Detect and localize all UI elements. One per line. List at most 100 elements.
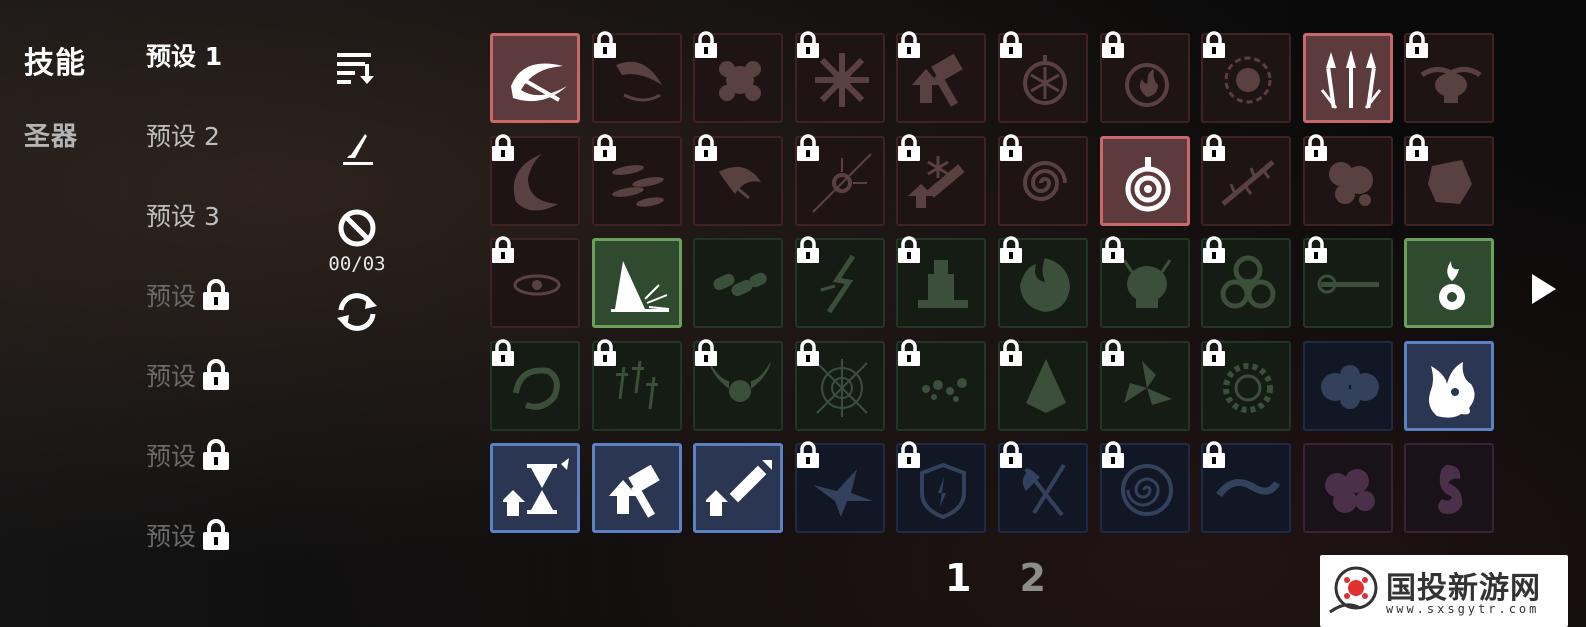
skill-slot[interactable] (1404, 443, 1494, 533)
edit-button[interactable] (326, 128, 388, 168)
skill-slot[interactable] (896, 441, 986, 533)
preset-7[interactable]: 预设 (146, 515, 286, 555)
watermark-url: www.sxsgytr.com (1386, 602, 1540, 616)
skill-slot[interactable] (896, 339, 986, 431)
skill-slot[interactable] (592, 238, 682, 328)
cloud-cluster-icon (1325, 469, 1375, 513)
skill-slot[interactable] (1303, 236, 1393, 328)
skill-slot[interactable] (795, 339, 885, 431)
fox-spirit-icon (1438, 465, 1463, 514)
skill-slot[interactable] (693, 339, 783, 431)
skill-grid (490, 31, 1500, 533)
lock-icon (1000, 134, 1022, 161)
lock-icon (1000, 31, 1022, 58)
skill-slot[interactable] (1201, 236, 1291, 328)
skill-slot[interactable] (1201, 339, 1291, 431)
hammer-up-icon (609, 464, 660, 518)
page-1[interactable]: 1 (945, 556, 971, 600)
skill-slot[interactable] (1404, 341, 1494, 431)
lock-icon (1000, 236, 1022, 263)
watermark-title: 国投新游网 (1386, 571, 1541, 606)
lock-icon (797, 134, 819, 161)
skill-slot[interactable] (1404, 134, 1494, 226)
preset-1[interactable]: 预设 1 (146, 35, 286, 75)
watermark-logo-icon (1329, 566, 1378, 614)
skill-slot[interactable] (1201, 441, 1291, 533)
lock-icon (594, 339, 616, 366)
refresh-icon (337, 293, 377, 331)
clear-button[interactable] (326, 208, 388, 248)
skill-slot[interactable] (1303, 33, 1393, 123)
lock-icon (695, 339, 717, 366)
skill-slot[interactable] (1404, 31, 1494, 123)
skill-slot[interactable] (998, 236, 1088, 328)
skill-slot[interactable] (490, 339, 580, 431)
lock-icon (898, 441, 920, 468)
page-2[interactable]: 2 (1019, 556, 1045, 600)
skill-slot[interactable] (693, 31, 783, 123)
skill-slot[interactable] (795, 236, 885, 328)
skill-slot[interactable] (998, 339, 1088, 431)
lock-icon (898, 236, 920, 263)
next-page-button[interactable] (1530, 272, 1558, 310)
slash-swirl-icon (511, 63, 567, 102)
skill-slot[interactable] (592, 443, 682, 533)
skill-slot[interactable] (896, 236, 986, 328)
skill-slot[interactable] (1100, 236, 1190, 328)
lock-icon (1102, 31, 1124, 58)
skill-slot[interactable] (795, 134, 885, 226)
preset-label: 预设 1 (146, 42, 223, 71)
skill-slot[interactable] (1404, 238, 1494, 328)
skill-slot[interactable] (998, 134, 1088, 226)
skill-slot[interactable] (592, 339, 682, 431)
skill-slot[interactable] (693, 134, 783, 226)
skill-slot[interactable] (1303, 341, 1393, 431)
sort-button[interactable] (326, 50, 388, 86)
ghost-flame-icon (1429, 362, 1475, 418)
selection-counter: 00/03 (328, 253, 386, 275)
preset-label: 预设 2 (146, 122, 220, 151)
skill-slot[interactable] (490, 236, 580, 328)
skill-slot[interactable] (1303, 443, 1393, 533)
skill-slot[interactable] (795, 441, 885, 533)
skill-slot[interactable] (998, 441, 1088, 533)
skill-slot[interactable] (1100, 441, 1190, 533)
lock-icon (1203, 339, 1225, 366)
skill-slot[interactable] (490, 443, 580, 533)
refresh-button[interactable] (326, 290, 388, 334)
lock-icon (1203, 236, 1225, 263)
preset-label: 预设 (146, 362, 197, 391)
skill-slot[interactable] (1201, 31, 1291, 123)
skill-slot[interactable] (998, 31, 1088, 123)
lock-icon (1305, 134, 1327, 161)
tab-relics[interactable]: 圣器 (24, 116, 78, 153)
skill-slot[interactable] (795, 31, 885, 123)
hex-shield-icon (1321, 365, 1379, 409)
skill-slot[interactable] (1201, 134, 1291, 226)
preset-6[interactable]: 预设 (146, 435, 286, 475)
preset-2[interactable]: 预设 2 (146, 115, 286, 155)
tab-skills[interactable]: 技能 (24, 38, 86, 82)
skill-slot[interactable] (1303, 134, 1393, 226)
skill-slot[interactable] (693, 443, 783, 533)
lock-icon (594, 31, 616, 58)
skill-slot[interactable] (490, 33, 580, 123)
skill-slot[interactable] (896, 134, 986, 226)
sort-icon (337, 53, 374, 84)
skill-slot[interactable] (1100, 31, 1190, 123)
lock-icon (492, 134, 514, 161)
lock-icon (594, 134, 616, 161)
preset-5[interactable]: 预设 (146, 355, 286, 395)
lock-icon (203, 279, 230, 310)
skill-slot[interactable] (592, 31, 682, 123)
chain-link-icon (713, 272, 767, 297)
lock-icon (797, 441, 819, 468)
preset-3[interactable]: 预设 3 (146, 195, 286, 235)
skill-slot[interactable] (1100, 339, 1190, 431)
preset-4[interactable]: 预设 (146, 275, 286, 315)
skill-slot[interactable] (592, 134, 682, 226)
skill-slot[interactable] (1100, 136, 1190, 226)
skill-slot[interactable] (490, 134, 580, 226)
skill-slot[interactable] (693, 238, 783, 328)
skill-slot[interactable] (896, 31, 986, 123)
